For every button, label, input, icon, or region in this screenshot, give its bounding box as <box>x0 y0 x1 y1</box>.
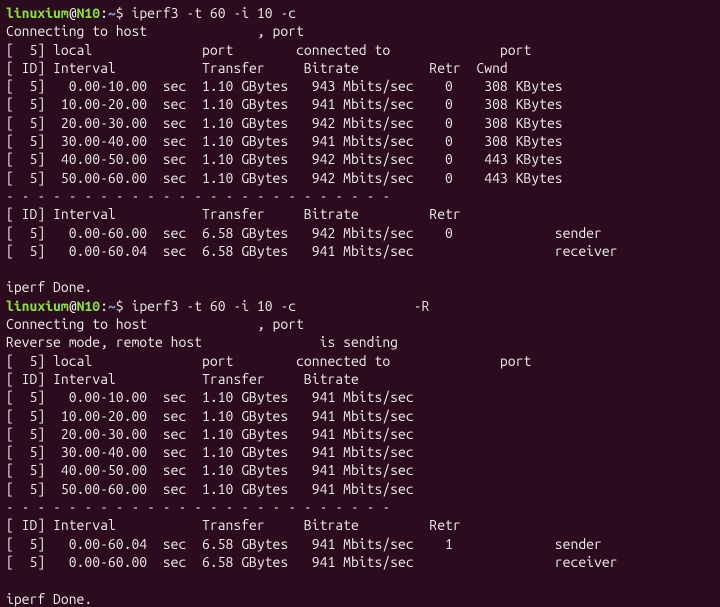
output-done: iperf Done. <box>6 279 92 295</box>
output-header: [ ID] Interval Transfer Bitrate Retr Cwn… <box>6 60 508 76</box>
output-row: [ 5] 0.00-10.00 sec 1.10 GBytes 941 Mbit… <box>6 389 414 405</box>
prompt-path: ~ <box>108 298 116 314</box>
output-summary-sender: [ 5] 0.00-60.04 sec 6.58 GBytes 941 Mbit… <box>6 536 602 552</box>
output-row: [ 5] 50.00-60.00 sec 1.10 GBytes 941 Mbi… <box>6 481 414 497</box>
command-line-1: iperf3 -t 60 -i 10 -c <box>131 5 296 21</box>
prompt-at: @ <box>69 5 77 21</box>
prompt-colon: : <box>100 5 108 21</box>
prompt-host: N10 <box>77 298 101 314</box>
output-line: Reverse mode, remote host is sending <box>6 334 398 350</box>
prompt-at: @ <box>69 298 77 314</box>
output-row: [ 5] 40.00-50.00 sec 1.10 GBytes 941 Mbi… <box>6 462 414 478</box>
terminal-window[interactable]: linuxium@N10:~$ iperf3 -t 60 -i 10 -c Co… <box>0 0 720 607</box>
output-row: [ 5] 20.00-30.00 sec 1.10 GBytes 941 Mbi… <box>6 426 414 442</box>
command-line-2: iperf3 -t 60 -i 10 -c -R <box>131 298 429 314</box>
prompt-host: N10 <box>77 5 101 21</box>
output-row: [ 5] 30.00-40.00 sec 1.10 GBytes 941 Mbi… <box>6 133 563 149</box>
output-separator: - - - - - - - - - - - - - - - - - - - - … <box>6 499 390 515</box>
output-line: [ 5] local port connected to port <box>6 42 531 58</box>
output-row: [ 5] 0.00-10.00 sec 1.10 GBytes 943 Mbit… <box>6 78 563 94</box>
output-row: [ 5] 10.00-20.00 sec 1.10 GBytes 941 Mbi… <box>6 408 414 424</box>
output-header: [ ID] Interval Transfer Bitrate Retr <box>6 517 461 533</box>
output-header: [ ID] Interval Transfer Bitrate Retr <box>6 206 461 222</box>
output-line: [ 5] local port connected to port <box>6 353 531 369</box>
output-row: [ 5] 30.00-40.00 sec 1.10 GBytes 941 Mbi… <box>6 444 414 460</box>
prompt-colon: : <box>100 298 108 314</box>
output-row: [ 5] 10.00-20.00 sec 1.10 GBytes 941 Mbi… <box>6 96 563 112</box>
output-summary-receiver: [ 5] 0.00-60.04 sec 6.58 GBytes 941 Mbit… <box>6 243 618 259</box>
prompt-dollar: $ <box>116 5 132 21</box>
output-separator: - - - - - - - - - - - - - - - - - - - - … <box>6 188 390 204</box>
output-line: Connecting to host , port <box>6 23 304 39</box>
prompt-dollar: $ <box>116 298 132 314</box>
output-done: iperf Done. <box>6 591 92 607</box>
output-line: Connecting to host , port <box>6 316 304 332</box>
output-row: [ 5] 50.00-60.00 sec 1.10 GBytes 942 Mbi… <box>6 170 563 186</box>
output-row: [ 5] 20.00-30.00 sec 1.10 GBytes 942 Mbi… <box>6 115 563 131</box>
output-summary-sender: [ 5] 0.00-60.00 sec 6.58 GBytes 942 Mbit… <box>6 225 602 241</box>
prompt-path: ~ <box>108 5 116 21</box>
prompt-user: linuxium <box>6 298 69 314</box>
output-row: [ 5] 40.00-50.00 sec 1.10 GBytes 942 Mbi… <box>6 151 563 167</box>
prompt-user: linuxium <box>6 5 69 21</box>
output-header: [ ID] Interval Transfer Bitrate <box>6 371 359 387</box>
output-summary-receiver: [ 5] 0.00-60.00 sec 6.58 GBytes 941 Mbit… <box>6 554 618 570</box>
